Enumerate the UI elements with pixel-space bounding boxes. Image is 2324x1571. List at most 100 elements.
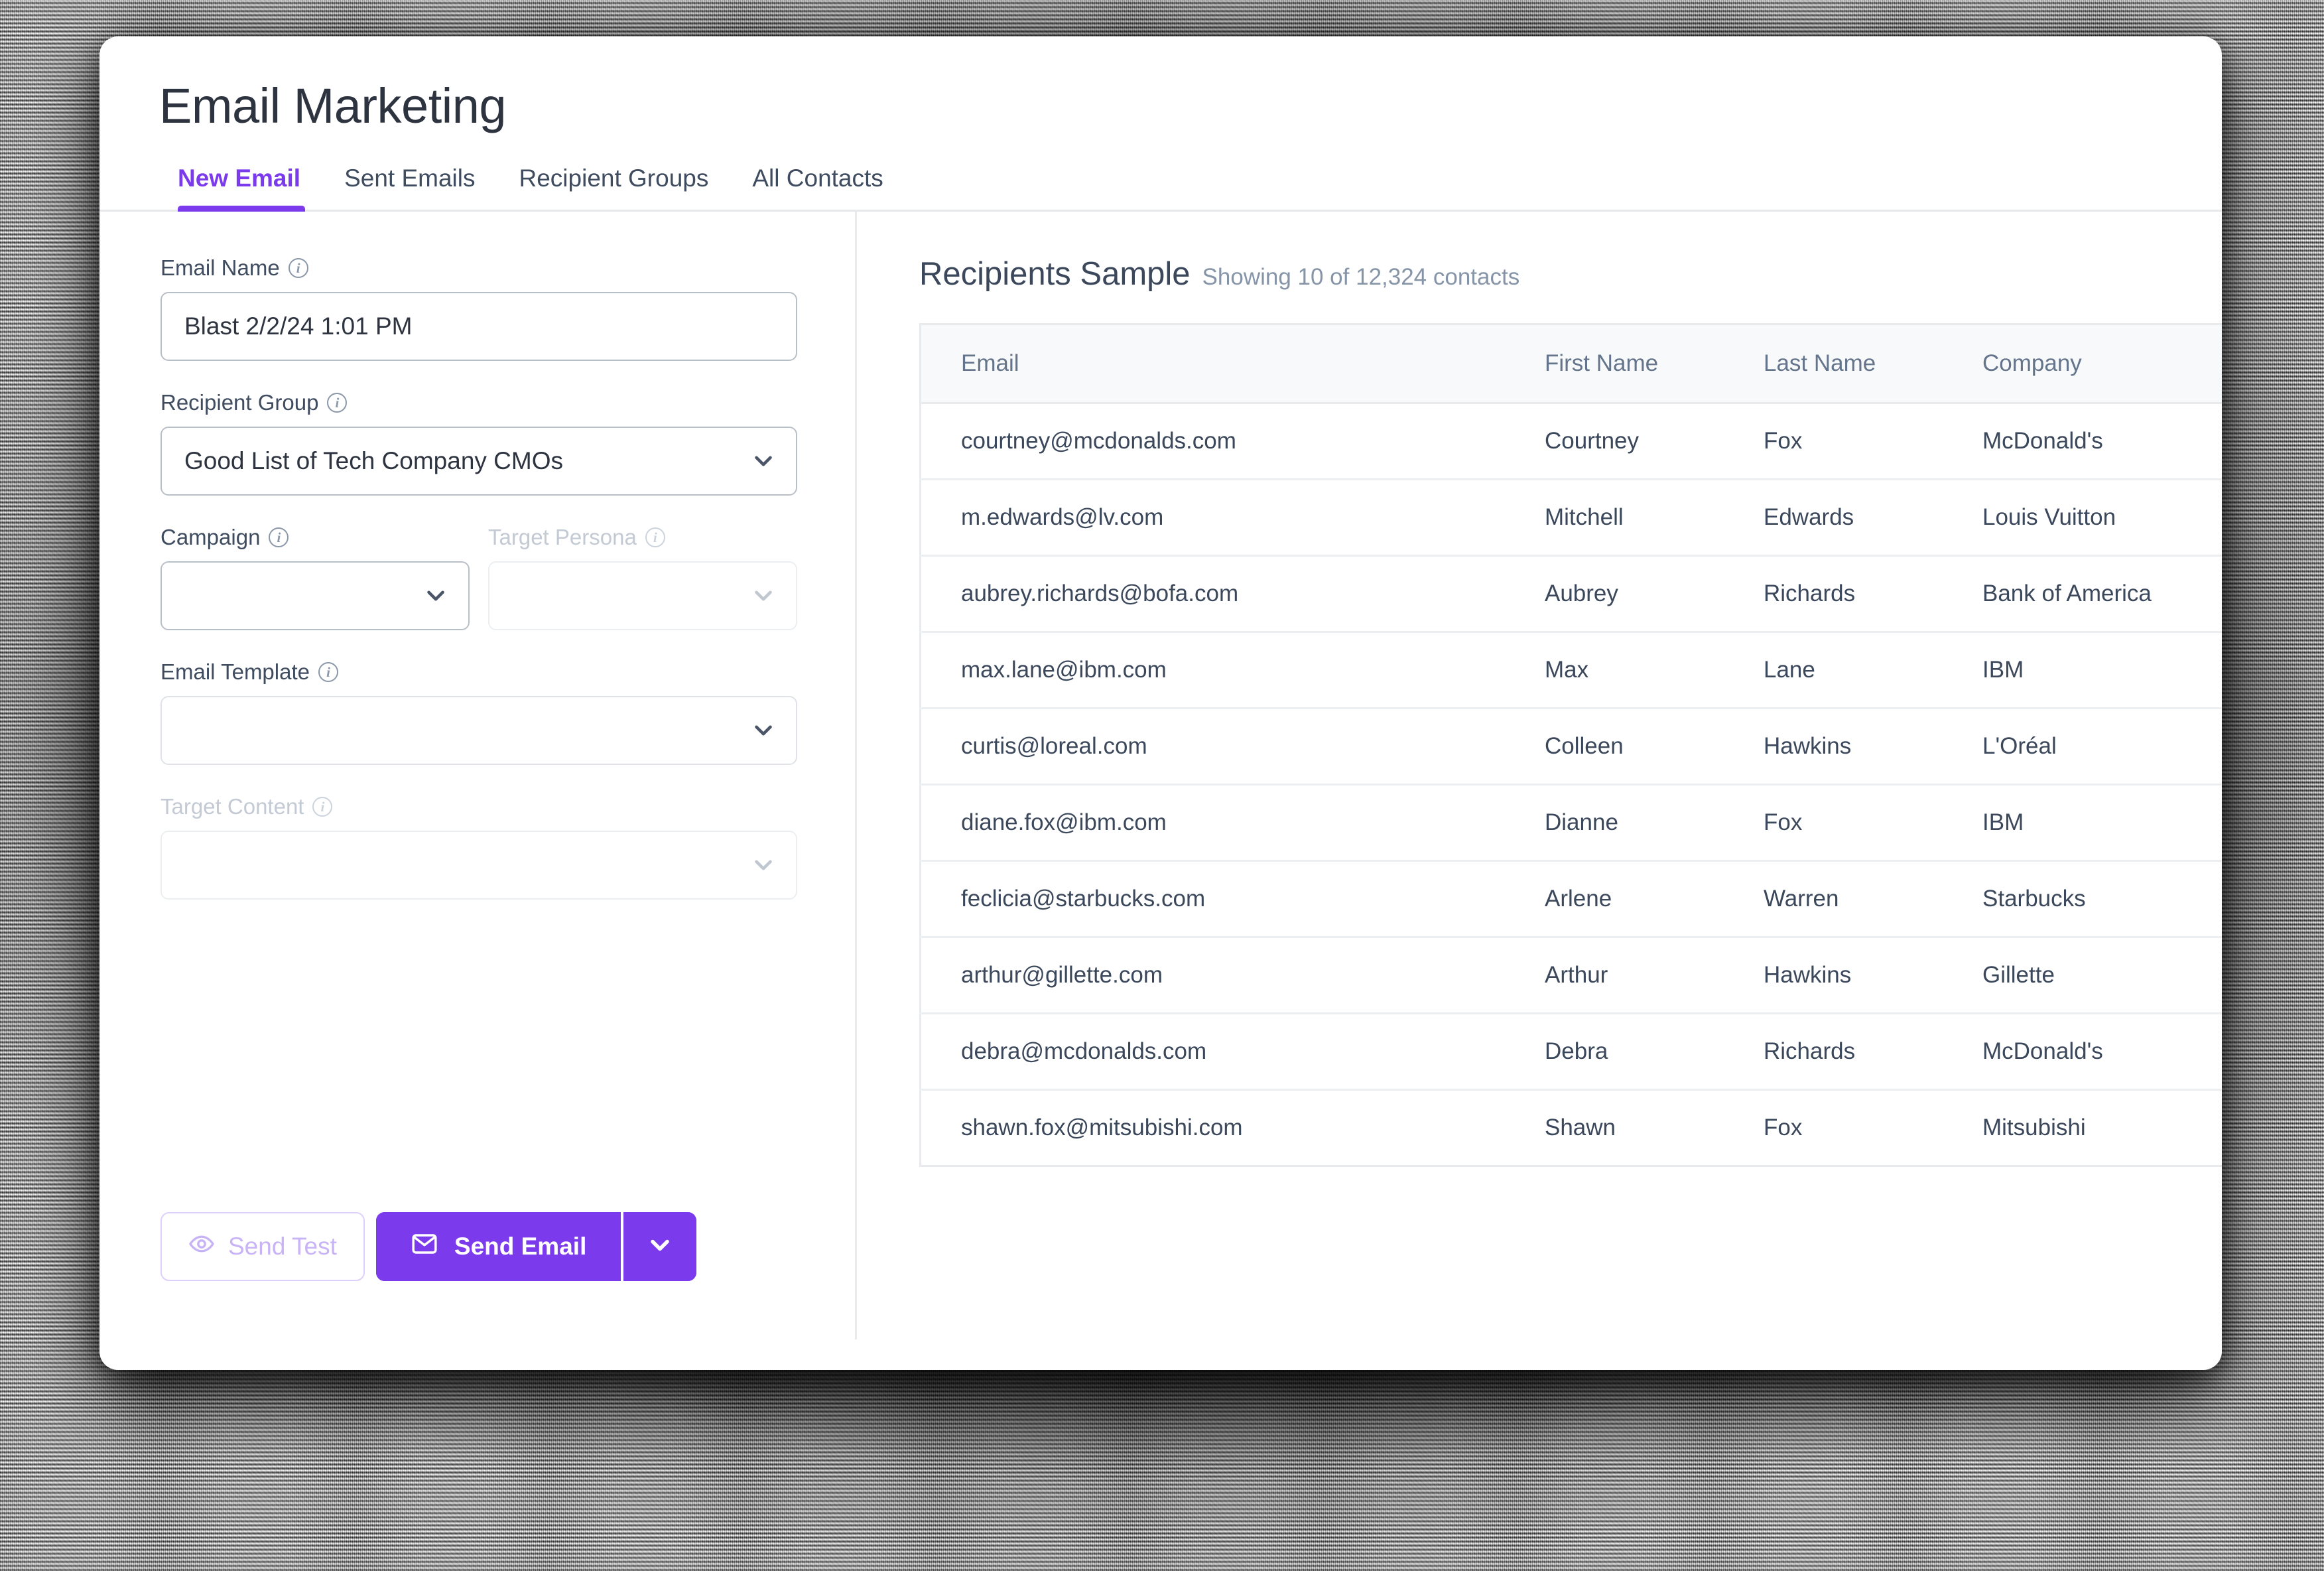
target-persona-label-row: Target Persona i — [488, 525, 797, 550]
cell-email: diane.fox@ibm.com — [920, 784, 1545, 862]
field-target-persona: Target Persona i — [488, 525, 797, 630]
email-template-select[interactable] — [161, 696, 797, 765]
cell-last-name: Fox — [1764, 403, 1982, 480]
table-row[interactable]: arthur@gillette.com Arthur Hawkins Gille… — [920, 937, 2222, 1014]
column-header-email[interactable]: Email — [920, 324, 1545, 404]
cell-email: curtis@loreal.com — [920, 708, 1545, 786]
table-header-row: Email First Name Last Name Company — [920, 324, 2222, 404]
cell-first-name: Courtney — [1545, 403, 1764, 480]
cell-first-name: Colleen — [1545, 708, 1764, 786]
table-row[interactable]: curtis@loreal.com Colleen Hawkins L'Oréa… — [920, 708, 2222, 786]
page-title: Email Marketing — [159, 78, 507, 133]
tab-bar: New Email Sent Emails Recipient Groups A… — [99, 134, 2222, 212]
column-header-company[interactable]: Company — [1982, 324, 2222, 404]
cell-company: IBM — [1982, 632, 2222, 709]
cell-email: aubrey.richards@bofa.com — [920, 555, 1545, 633]
send-test-button[interactable]: Send Test — [161, 1212, 365, 1281]
tab-new-email[interactable]: New Email — [161, 165, 322, 212]
cell-company: Bank of America — [1982, 555, 2222, 633]
cell-company: McDonald's — [1982, 403, 2222, 480]
cell-first-name: Arthur — [1545, 937, 1764, 1014]
cell-email: max.lane@ibm.com — [920, 632, 1545, 709]
recipients-title: Recipients Sample — [919, 256, 1191, 292]
campaign-select[interactable] — [161, 561, 470, 630]
cell-email: m.edwards@lv.com — [920, 479, 1545, 557]
info-icon[interactable]: i — [269, 527, 289, 547]
target-persona-label: Target Persona — [488, 525, 637, 549]
recipients-table: Email First Name Last Name Company court… — [919, 323, 2222, 1167]
recipients-panel: Recipients Sample Showing 10 of 12,324 c… — [857, 212, 2222, 1339]
email-marketing-card: Email Marketing New Email Sent Emails Re… — [99, 36, 2222, 1370]
cell-last-name: Fox — [1764, 784, 1982, 862]
table-row[interactable]: courtney@mcdonalds.com Courtney Fox McDo… — [920, 403, 2222, 480]
target-persona-select[interactable] — [488, 561, 797, 630]
chevron-down-icon — [749, 582, 777, 610]
column-header-last-name[interactable]: Last Name — [1764, 324, 1982, 404]
field-row-campaign-persona: Campaign i Target Persona i — [161, 525, 855, 630]
chevron-down-icon — [749, 447, 777, 475]
tab-recipient-groups[interactable]: Recipient Groups — [497, 165, 731, 210]
info-icon[interactable]: i — [318, 662, 338, 682]
field-target-content: Target Content i — [161, 794, 855, 900]
recipient-group-select[interactable]: Good List of Tech Company CMOs — [161, 427, 797, 496]
campaign-label: Campaign — [161, 525, 261, 549]
info-icon[interactable]: i — [645, 527, 665, 547]
cell-last-name: Edwards — [1764, 479, 1982, 557]
tab-all-contacts[interactable]: All Contacts — [730, 165, 905, 210]
chevron-down-icon — [749, 851, 777, 879]
table-row[interactable]: feclicia@starbucks.com Arlene Warren Sta… — [920, 860, 2222, 938]
form-actions: Send Test Send Email — [161, 1212, 697, 1281]
cell-email: shawn.fox@mitsubishi.com — [961, 1115, 1243, 1140]
column-header-first-name[interactable]: First Name — [1545, 324, 1764, 404]
content-split: Email Name i Blast 2/2/24 1:01 PM Recipi… — [99, 212, 2222, 1339]
recipient-group-value: Good List of Tech Company CMOs — [184, 447, 564, 474]
email-template-label: Email Template — [161, 659, 310, 684]
cell-first-name: Debra — [1545, 1013, 1764, 1091]
cell-first-name: Dianne — [1545, 784, 1764, 862]
eye-icon — [188, 1231, 215, 1263]
send-email-dropdown-toggle[interactable] — [621, 1212, 697, 1281]
table-row[interactable]: m.edwards@lv.com Mitchell Edwards Louis … — [920, 479, 2222, 557]
envelope-icon — [411, 1230, 438, 1264]
cell-last-name: Hawkins — [1764, 708, 1982, 786]
campaign-label-row: Campaign i — [161, 525, 470, 550]
cell-email: arthur@gillette.com — [920, 937, 1545, 1014]
target-content-label: Target Content — [161, 794, 304, 819]
cell-last-name: Fox — [1764, 1115, 1803, 1140]
table-row[interactable]: debra@mcdonalds.com Debra Richards McDon… — [920, 1013, 2222, 1091]
table-row[interactable]: diane.fox@ibm.com Dianne Fox IBM — [920, 784, 2222, 862]
send-email-split-button: Send Email — [375, 1212, 697, 1281]
email-template-label-row: Email Template i — [161, 659, 855, 685]
target-content-select[interactable] — [161, 831, 797, 900]
cell-company: Starbucks — [1982, 860, 2222, 938]
info-icon[interactable]: i — [312, 797, 333, 817]
tab-sent-emails[interactable]: Sent Emails — [322, 165, 497, 210]
chevron-down-icon — [749, 717, 777, 744]
table-row[interactable]: max.lane@ibm.com Max Lane IBM — [920, 632, 2222, 709]
table-row[interactable]: aubrey.richards@bofa.com Aubrey Richards… — [920, 555, 2222, 633]
info-icon[interactable]: i — [288, 258, 308, 278]
chevron-down-icon — [422, 582, 450, 610]
field-campaign: Campaign i — [161, 525, 470, 630]
recipient-group-label-row: Recipient Group i — [161, 390, 855, 415]
field-email-template: Email Template i — [161, 659, 855, 765]
new-email-form: Email Name i Blast 2/2/24 1:01 PM Recipi… — [99, 212, 857, 1339]
send-email-button[interactable]: Send Email — [375, 1212, 621, 1281]
info-icon[interactable]: i — [327, 393, 348, 413]
cell-first-name: Arlene — [1545, 860, 1764, 938]
chevron-down-icon — [645, 1231, 675, 1263]
cell-last-name: Richards — [1764, 1013, 1982, 1091]
cell-first-name: Aubrey — [1545, 555, 1764, 633]
cell-company: L'Oréal — [1982, 708, 2222, 786]
field-recipient-group: Recipient Group i Good List of Tech Comp… — [161, 390, 855, 496]
cell-first-name: Mitchell — [1545, 479, 1764, 557]
email-name-input[interactable]: Blast 2/2/24 1:01 PM — [161, 292, 797, 361]
field-email-name: Email Name i Blast 2/2/24 1:01 PM — [161, 255, 855, 361]
recipients-count: Showing 10 of 12,324 contacts — [1202, 264, 1520, 290]
cell-last-name: Lane — [1764, 632, 1982, 709]
cell-first-name: Shawn — [1545, 1115, 1616, 1140]
table-row[interactable]: shawn.fox@mitsubishi.com Shawn Fox Mitsu… — [921, 1090, 2223, 1166]
cell-first-name: Max — [1545, 632, 1764, 709]
cell-email: courtney@mcdonalds.com — [920, 403, 1545, 480]
send-test-label: Send Test — [228, 1233, 337, 1260]
